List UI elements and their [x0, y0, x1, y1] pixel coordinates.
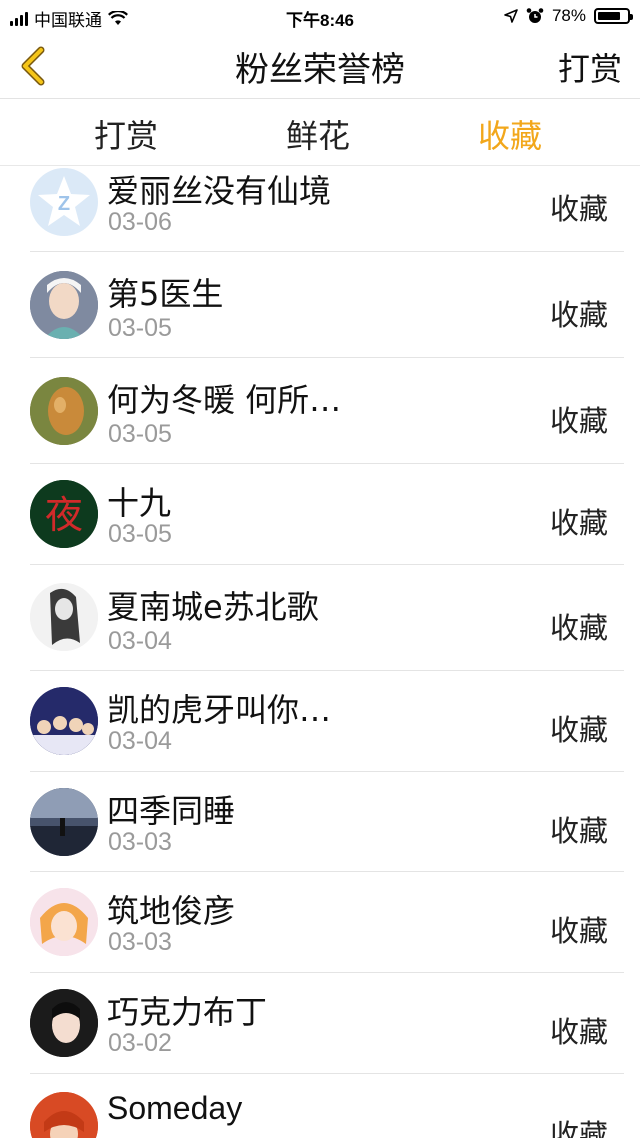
- user-name: 四季同睡: [107, 792, 236, 830]
- user-name: 十九: [107, 484, 172, 522]
- avatar: Z: [30, 168, 98, 236]
- action-label: 收藏: [549, 404, 608, 438]
- list-item[interactable]: 夜 十九 03-05 收藏: [0, 464, 640, 565]
- action-label: 收藏: [549, 914, 608, 948]
- avatar: [30, 583, 98, 651]
- user-name: 爱丽丝没有仙境: [107, 172, 332, 210]
- date-label: 03-06: [108, 208, 172, 236]
- fan-list: Z 爱丽丝没有仙境 03-06 收藏 第5医生 03-05 收藏 何为冬暖 何所…: [0, 166, 640, 1138]
- user-name: 凯的虎牙叫你…: [107, 691, 332, 729]
- date-label: 03-04: [108, 727, 172, 755]
- alarm-clock-icon: [526, 8, 544, 23]
- tab-bar: 打赏 鲜花 收藏: [0, 99, 640, 166]
- date-label: 03-04: [108, 627, 172, 655]
- list-item[interactable]: 夏南城e苏北歌 03-04 收藏: [0, 565, 640, 671]
- action-label: 收藏: [549, 1015, 608, 1049]
- reward-button[interactable]: 打赏: [558, 44, 622, 90]
- date-label: 03-03: [108, 828, 172, 856]
- battery-icon: [594, 8, 633, 24]
- list-item[interactable]: Z 爱丽丝没有仙境 03-06 收藏: [0, 166, 640, 252]
- svg-text:Z: Z: [58, 193, 70, 215]
- action-label: 收藏: [549, 713, 608, 747]
- avatar: [30, 1092, 98, 1138]
- svg-text:夜: 夜: [45, 493, 83, 537]
- user-name: 巧克力布丁: [107, 993, 268, 1031]
- list-item[interactable]: 巧克力布丁 03-02 收藏: [0, 973, 640, 1074]
- action-label: 收藏: [549, 814, 608, 848]
- avatar: 夜: [30, 480, 98, 548]
- tab-favorites[interactable]: 收藏: [478, 111, 542, 157]
- list-item[interactable]: 何为冬暖 何所… 03-05 收藏: [0, 358, 640, 464]
- list-item[interactable]: 筑地俊彦 03-03 收藏: [0, 872, 640, 973]
- avatar: [30, 271, 98, 339]
- avatar: [30, 888, 98, 956]
- avatar: [30, 687, 98, 755]
- avatar: [30, 788, 98, 856]
- date-label: 03-03: [108, 928, 172, 956]
- action-label: 收藏: [549, 298, 608, 332]
- date-label: 03-05: [108, 520, 172, 548]
- list-item[interactable]: 第5医生 03-05 收藏: [0, 252, 640, 358]
- action-label: 收藏: [549, 1118, 608, 1138]
- location-arrow-icon: [504, 9, 518, 23]
- avatar: [30, 377, 98, 445]
- nav-bar: 粉丝荣誉榜 打赏: [0, 34, 640, 99]
- user-name: 筑地俊彦: [107, 892, 236, 930]
- user-name: 何为冬暖 何所…: [107, 381, 342, 419]
- user-name: Someday: [107, 1090, 243, 1126]
- date-label: 03-05: [108, 420, 172, 448]
- list-item[interactable]: Someday 收藏: [0, 1074, 640, 1138]
- action-label: 收藏: [549, 506, 608, 540]
- user-name: 夏南城e苏北歌: [107, 588, 319, 626]
- tab-reward[interactable]: 打赏: [94, 111, 158, 157]
- date-label: 03-05: [108, 314, 172, 342]
- status-bar: 中国联通 下午8:46 78%: [0, 0, 640, 34]
- action-label: 收藏: [549, 611, 608, 645]
- avatar: [30, 989, 98, 1057]
- list-item[interactable]: 四季同睡 03-03 收藏: [0, 772, 640, 872]
- list-item[interactable]: 凯的虎牙叫你… 03-04 收藏: [0, 671, 640, 772]
- date-label: 03-02: [108, 1029, 172, 1057]
- tab-flowers[interactable]: 鲜花: [286, 111, 350, 157]
- status-right: 78%: [504, 6, 633, 26]
- user-name: 第5医生: [107, 275, 224, 313]
- battery-percent: 78%: [551, 6, 586, 25]
- action-label: 收藏: [549, 192, 608, 226]
- page-title: 粉丝荣誉榜: [235, 50, 405, 90]
